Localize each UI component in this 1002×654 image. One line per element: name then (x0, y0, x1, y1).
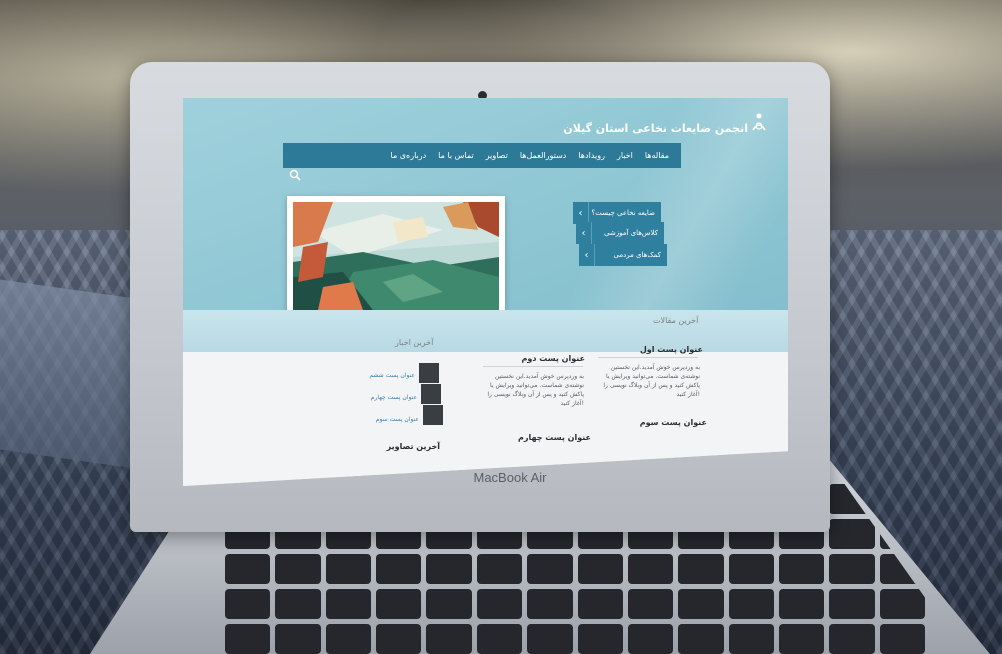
keyboard-key (879, 589, 925, 619)
nav-item-about[interactable]: درباره‌ی ما (385, 151, 433, 160)
news-link-1[interactable]: عنوان پست ششم (353, 372, 415, 379)
chevron-left-icon: ‹ (576, 222, 592, 244)
keyboard-key (376, 624, 422, 654)
keyboard-key (426, 624, 472, 654)
keyboard-key (627, 624, 674, 654)
nav-item-news[interactable]: اخبار (611, 151, 639, 160)
side-button-donations[interactable]: ‹ کمک‌های مردمی (579, 244, 667, 266)
nav-item-events[interactable]: رویدادها (572, 151, 611, 160)
keyboard-key (879, 624, 925, 654)
side-button-classes[interactable]: ‹ کلاس‌های آموزشی (576, 222, 664, 244)
keyboard-key (325, 589, 372, 619)
hero-slide-image[interactable] (287, 196, 505, 316)
post-title-3[interactable]: عنوان پست سوم (615, 418, 707, 427)
post-title-2[interactable]: عنوان پست دوم (495, 354, 585, 363)
keyboard-key (426, 554, 472, 584)
keyboard-key (527, 554, 573, 584)
keyboard-key (829, 624, 875, 654)
keyboard-key (778, 589, 825, 619)
keyboard-key (225, 554, 271, 584)
keyboard-key (778, 624, 825, 654)
keyboard-key (527, 624, 573, 654)
chevron-left-icon: ‹ (579, 244, 595, 266)
search-button[interactable] (283, 164, 307, 186)
keyboard-key (678, 554, 724, 584)
keyboard-key (577, 624, 623, 654)
keyboard-key (829, 554, 875, 584)
news-thumbnail[interactable] (423, 405, 443, 425)
main-nav: مقاله‌ها اخبار رویدادها دستورالعمل‌ها تص… (283, 143, 681, 168)
keyboard-key (376, 589, 422, 619)
keyboard-key (577, 554, 623, 584)
post-title-4[interactable]: عنوان پست چهارم (501, 433, 591, 442)
keyboard-key (476, 554, 523, 584)
keyboard-key (476, 624, 523, 654)
side-button-what-is-sci[interactable]: ‹ ضایعه نخاعی چیست؟ (573, 202, 661, 224)
brand-label: MacBook Air (473, 470, 547, 485)
keyboard-key (225, 589, 271, 619)
keyboard-key (577, 589, 623, 619)
post-excerpt-2: به وردپرس خوش آمدید.این نخستین نوشته‌ی ش… (487, 373, 584, 407)
keyboard-key (728, 589, 774, 619)
news-thumbnail[interactable] (421, 384, 441, 404)
post-excerpt-1: به وردپرس خوش آمدید.این نخستین نوشته‌ی ش… (603, 364, 700, 398)
chevron-left-icon: ‹ (573, 202, 589, 224)
keyboard-key (778, 554, 825, 584)
keyboard-key (275, 624, 321, 654)
keyboard-key (678, 589, 724, 619)
background-panel (0, 279, 150, 471)
keyboard-key (728, 554, 774, 584)
keyboard-key (376, 554, 422, 584)
nav-item-contact[interactable]: تماس با ما (432, 151, 480, 160)
news-link-3[interactable]: عنوان پست سوم (357, 416, 419, 423)
keyboard-key (426, 589, 472, 619)
keyboard-key (476, 589, 523, 619)
keyboard-key (225, 624, 271, 654)
divider (483, 366, 583, 367)
nav-item-articles[interactable]: مقاله‌ها (639, 151, 675, 160)
keyboard-key (527, 589, 573, 619)
nav-item-images[interactable]: تصاویر (480, 151, 514, 160)
latest-articles-heading: آخرین مقالات (653, 316, 699, 325)
keyboard-key (829, 589, 875, 619)
keyboard-key (728, 624, 774, 654)
keyboard-key (275, 589, 321, 619)
keyboard-key (325, 554, 372, 584)
news-thumbnail[interactable] (419, 363, 439, 383)
keyboard-key (678, 624, 724, 654)
divider (598, 357, 698, 358)
latest-news-heading: آخرین اخبار (395, 338, 434, 347)
keyboard-key (829, 519, 875, 549)
wheelchair-logo-icon (752, 113, 766, 131)
keyboard-key (325, 624, 372, 654)
post-title-1[interactable]: عنوان پست اول (613, 345, 703, 354)
latest-images-heading: آخرین تصاویر (386, 442, 440, 451)
keyboard-key (627, 589, 674, 619)
news-link-2[interactable]: عنوان پست چهارم (355, 394, 417, 401)
landscape-artwork (293, 202, 499, 310)
site-title: انجمن ضایعات نخاعی استان گیلان (563, 122, 748, 135)
keyboard-key (275, 554, 321, 584)
screen: انجمن ضایعات نخاعی استان گیلان مقاله‌ها … (183, 98, 788, 486)
search-icon (289, 169, 301, 181)
nav-item-guidelines[interactable]: دستورالعمل‌ها (514, 151, 573, 160)
keyboard-key (627, 554, 674, 584)
